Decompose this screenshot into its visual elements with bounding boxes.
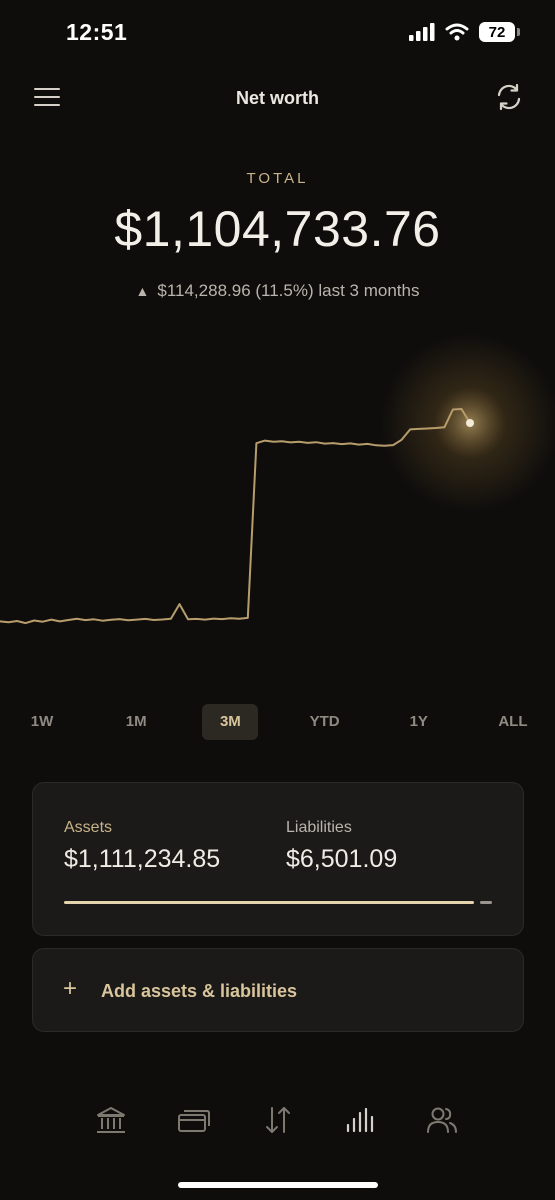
bottom-tab-bar: [0, 1100, 555, 1144]
change-text: $114,288.96 (11.5%) last 3 months: [157, 281, 420, 300]
range-tab-1y[interactable]: 1Y: [391, 704, 447, 740]
add-assets-liabilities-button[interactable]: + Add assets & liabilities: [32, 948, 524, 1032]
assets-value: $1,111,234.85: [64, 845, 221, 873]
status-bar: 12:51 72: [0, 0, 555, 66]
bank-icon: [97, 1107, 125, 1133]
top-nav: Net worth: [0, 76, 555, 120]
add-assets-liabilities-label: Add assets & liabilities: [101, 981, 298, 1001]
assets-label: Assets: [64, 819, 113, 836]
bar-chart-icon: [346, 1107, 374, 1133]
plus-icon: +: [63, 975, 78, 1002]
total-value: $1,104,733.76: [114, 201, 441, 257]
range-tab-3m[interactable]: 3M: [202, 704, 259, 740]
range-tab-ytd[interactable]: YTD: [297, 704, 353, 740]
tab-net-worth[interactable]: [338, 1100, 382, 1140]
net-worth-chart[interactable]: [0, 300, 555, 700]
cellular-signal-icon: [409, 23, 435, 41]
refresh-icon: [497, 83, 521, 111]
battery-icon: 72: [479, 22, 520, 42]
range-tab-all[interactable]: ALL: [485, 704, 541, 740]
liabilities-label: Liabilities: [286, 819, 352, 836]
range-tab-1w[interactable]: 1W: [14, 704, 70, 740]
triangle-up-icon: ▲: [135, 283, 150, 299]
tab-accounts[interactable]: [89, 1100, 133, 1140]
assets-liabilities-bar: [64, 901, 492, 904]
refresh-button[interactable]: [494, 82, 524, 112]
status-time: 12:51: [66, 19, 128, 45]
assets-bar-segment: [64, 901, 474, 904]
page-title: Net worth: [236, 88, 319, 108]
tab-cards[interactable]: [172, 1100, 216, 1140]
tab-transactions[interactable]: [256, 1100, 300, 1140]
range-selector: 1W 1M 3M YTD 1Y ALL: [14, 704, 541, 740]
home-indicator: [178, 1182, 378, 1188]
range-tab-1m[interactable]: 1M: [108, 704, 164, 740]
transfer-arrows-icon: [266, 1107, 290, 1133]
wifi-icon: [445, 23, 469, 41]
cards-icon: [178, 1110, 210, 1132]
people-icon: [427, 1107, 457, 1133]
liabilities-bar-segment: [480, 901, 492, 904]
status-icons: 72: [409, 22, 520, 42]
liabilities-value: $6,501.09: [286, 845, 398, 873]
total-label: TOTAL: [246, 170, 309, 187]
chart-current-point: [466, 419, 474, 427]
change-summary: ▲ $114,288.96 (11.5%) last 3 months: [0, 281, 555, 301]
net-worth-screen: 12:51 72 Net worth TOTAL $1,104,733.76 ▲…: [0, 0, 555, 1200]
assets-liabilities-card[interactable]: Assets $1,111,234.85 Liabilities $6,501.…: [32, 782, 524, 936]
tab-people[interactable]: [420, 1100, 464, 1140]
